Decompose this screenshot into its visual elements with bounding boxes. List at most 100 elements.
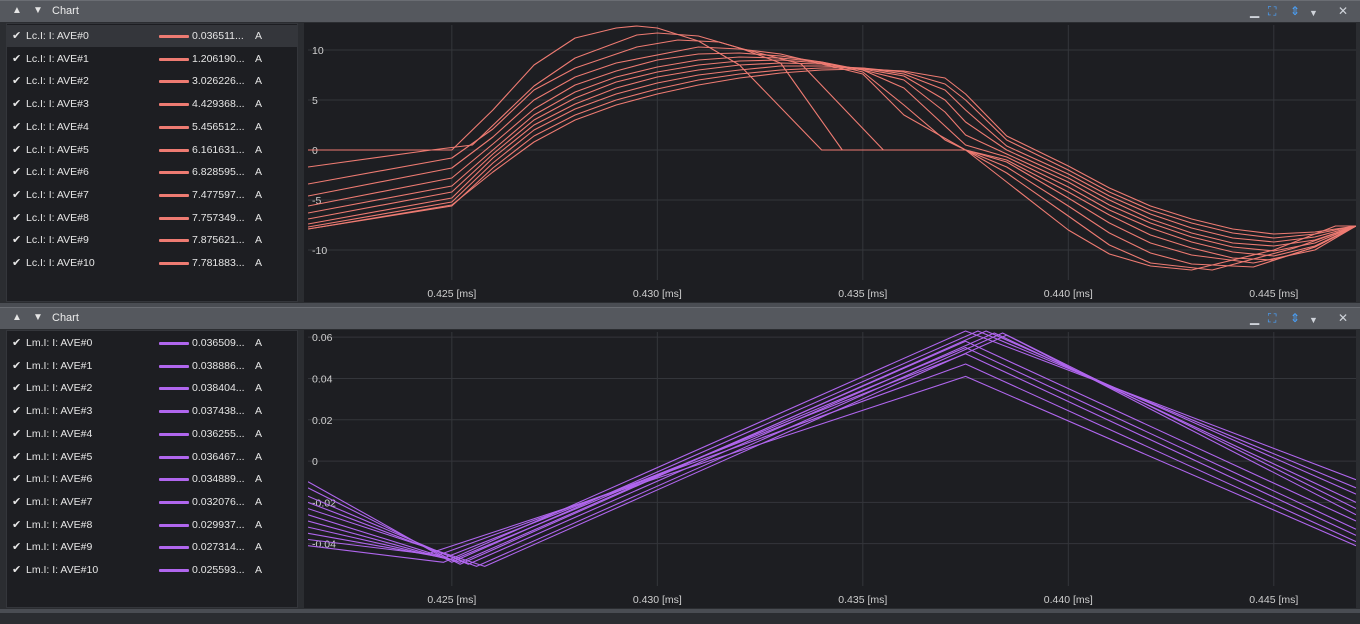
legend-item[interactable]: ✔ Lc.I: I: AVE#2 3.026226... A [7, 70, 297, 92]
legend-unit: A [255, 143, 263, 156]
collapse-up-icon[interactable]: ▲ [12, 4, 22, 18]
checkmark-icon[interactable]: ✔ [12, 256, 21, 269]
legend-item[interactable]: ✔ Lm.I: I: AVE#8 0.029937... A [7, 514, 297, 536]
legend-item[interactable]: ✔ Lc.I: I: AVE#6 6.828595... A [7, 161, 297, 183]
legend-swatch [159, 193, 189, 197]
chevron-down-icon[interactable]: ▼ [1309, 6, 1318, 20]
legend-item[interactable]: ✔ Lm.I: I: AVE#3 0.037438... A [7, 400, 297, 422]
legend-item[interactable]: ✔ Lc.I: I: AVE#10 7.781883... A [7, 252, 297, 274]
legend-unit: A [255, 405, 263, 418]
checkmark-icon[interactable]: ✔ [12, 29, 21, 42]
y-tick-label: 0.06 [312, 332, 333, 344]
checkmark-icon[interactable]: ✔ [12, 188, 21, 201]
legend-value: 6.828595... [192, 166, 245, 179]
legend-swatch [159, 500, 189, 504]
autoscale-icon[interactable]: ⇕ [1290, 311, 1300, 325]
series-line [308, 340, 1356, 563]
legend-item[interactable]: ✔ Lc.I: I: AVE#4 5.456512... A [7, 116, 297, 138]
legend-item[interactable]: ✔ Lm.I: I: AVE#9 0.027314... A [7, 536, 297, 558]
legend-swatch [159, 216, 189, 220]
legend-value: 5.456512... [192, 120, 245, 133]
panel-title: Chart [52, 5, 79, 17]
minimize-icon[interactable]: ▁ [1250, 311, 1259, 325]
chevron-down-icon[interactable]: ▼ [1309, 313, 1318, 327]
legend-item[interactable]: ✔ Lm.I: I: AVE#5 0.036467... A [7, 446, 297, 468]
plot-area[interactable]: 0.425 [ms] 0.430 [ms] 0.435 [ms] 0.440 [ms]… [304, 23, 1356, 302]
series-line [308, 67, 1356, 239]
checkmark-icon[interactable]: ✔ [12, 74, 21, 87]
legend-swatch [159, 125, 189, 129]
checkmark-icon[interactable]: ✔ [12, 450, 21, 463]
legend-unit: A [255, 52, 263, 65]
checkmark-icon[interactable]: ✔ [12, 381, 21, 394]
legend-swatch [159, 262, 189, 265]
fit-icon[interactable]: ⛶ [1268, 4, 1276, 18]
legend-unit: A [255, 427, 263, 440]
legend-unit: A [255, 541, 263, 554]
legend-item[interactable]: ✔ Lc.I: I: AVE#7 7.477597... A [7, 184, 297, 206]
panel-title: Chart [52, 312, 79, 324]
legend-swatch [159, 410, 189, 414]
legend-item[interactable]: ✔ Lm.I: I: AVE#6 0.034889... A [7, 468, 297, 490]
legend-item[interactable]: ✔ Lm.I: I: AVE#0 0.036509... A [7, 332, 297, 354]
legend-item[interactable]: ✔ Lm.I: I: AVE#4 0.036255... A [7, 423, 297, 445]
close-icon[interactable]: ✕ [1338, 311, 1348, 325]
checkmark-icon[interactable]: ✔ [12, 563, 21, 576]
x-tick-label: 0.440 [ms] [1044, 288, 1093, 300]
legend-item[interactable]: ✔ Lc.I: I: AVE#3 4.429368... A [7, 93, 297, 115]
legend-value: 0.025593... [192, 564, 245, 576]
legend-item[interactable]: ✔ Lm.I: I: AVE#7 0.032076... A [7, 491, 297, 513]
dropdown-arrow-icon[interactable]: ▼ [33, 311, 43, 325]
series-line [308, 39, 1356, 268]
legend-swatch [159, 387, 189, 391]
legend-label: Lm.I: I: AVE#5 [26, 450, 93, 463]
checkmark-icon[interactable]: ✔ [12, 518, 21, 531]
legend-item[interactable]: ✔ Lm.I: I: AVE#2 0.038404... A [7, 377, 297, 399]
checkmark-icon[interactable]: ✔ [12, 427, 21, 440]
autoscale-icon[interactable]: ⇕ [1290, 4, 1300, 18]
checkmark-icon[interactable]: ✔ [12, 120, 21, 133]
dropdown-arrow-icon[interactable]: ▼ [33, 4, 43, 18]
legend-label: Lc.I: I: AVE#3 [26, 98, 89, 111]
legend-item[interactable]: ✔ Lc.I: I: AVE#5 6.161631... A [7, 139, 297, 161]
plot-area[interactable]: 0.425 [ms] 0.430 [ms] 0.435 [ms] 0.440 [ms]… [304, 330, 1356, 608]
checkmark-icon[interactable]: ✔ [12, 165, 21, 178]
checkmark-icon[interactable]: ✔ [12, 359, 21, 372]
checkmark-icon[interactable]: ✔ [12, 472, 21, 485]
legend-list: ✔ Lc.I: I: AVE#0 0.036511... A ✔ Lc.I: I: AVE… [6, 23, 298, 302]
legend-value: 7.781883... [192, 257, 245, 269]
checkmark-icon[interactable]: ✔ [12, 211, 21, 224]
checkmark-icon[interactable]: ✔ [12, 495, 21, 508]
checkmark-icon[interactable]: ✔ [12, 233, 21, 246]
legend-item[interactable]: ✔ Lc.I: I: AVE#0 0.036511... A [7, 25, 297, 47]
series-line [308, 62, 1356, 247]
legend-label: Lm.I: I: AVE#3 [26, 405, 93, 418]
series-line [308, 363, 1356, 557]
x-tick-label: 0.440 [ms] [1044, 594, 1093, 606]
collapse-up-icon[interactable]: ▲ [12, 311, 22, 325]
legend-value: 6.161631... [192, 143, 245, 156]
checkmark-icon[interactable]: ✔ [12, 336, 21, 349]
legend-label: Lc.I: I: AVE#10 [26, 257, 95, 269]
legend-value: 0.036509... [192, 337, 245, 349]
checkmark-icon[interactable]: ✔ [12, 404, 21, 417]
checkmark-icon[interactable]: ✔ [12, 97, 21, 110]
checkmark-icon[interactable]: ✔ [12, 540, 21, 553]
panel-titlebar: ▲ ▼ Chart ▁ ⛶ ⇕ ▼ ✕ [0, 0, 1360, 22]
legend-item[interactable]: ✔ Lc.I: I: AVE#1 1.206190... A [7, 48, 297, 70]
panel-divider[interactable] [0, 609, 1360, 613]
legend-unit: A [255, 450, 263, 463]
legend-item[interactable]: ✔ Lc.I: I: AVE#9 7.875621... A [7, 229, 297, 251]
legend-swatch [159, 569, 189, 572]
minimize-icon[interactable]: ▁ [1250, 4, 1259, 18]
legend-item[interactable]: ✔ Lm.I: I: AVE#10 0.025593... A [7, 559, 297, 581]
x-tick-label: 0.445 [ms] [1249, 288, 1298, 300]
legend-item[interactable]: ✔ Lm.I: I: AVE#1 0.038886... A [7, 355, 297, 377]
checkmark-icon[interactable]: ✔ [12, 143, 21, 156]
legend-label: Lc.I: I: AVE#5 [26, 143, 89, 156]
legend-label: Lm.I: I: AVE#0 [26, 337, 93, 349]
checkmark-icon[interactable]: ✔ [12, 52, 21, 65]
legend-item[interactable]: ✔ Lc.I: I: AVE#8 7.757349... A [7, 207, 297, 229]
fit-icon[interactable]: ⛶ [1268, 311, 1276, 325]
close-icon[interactable]: ✕ [1338, 4, 1348, 18]
